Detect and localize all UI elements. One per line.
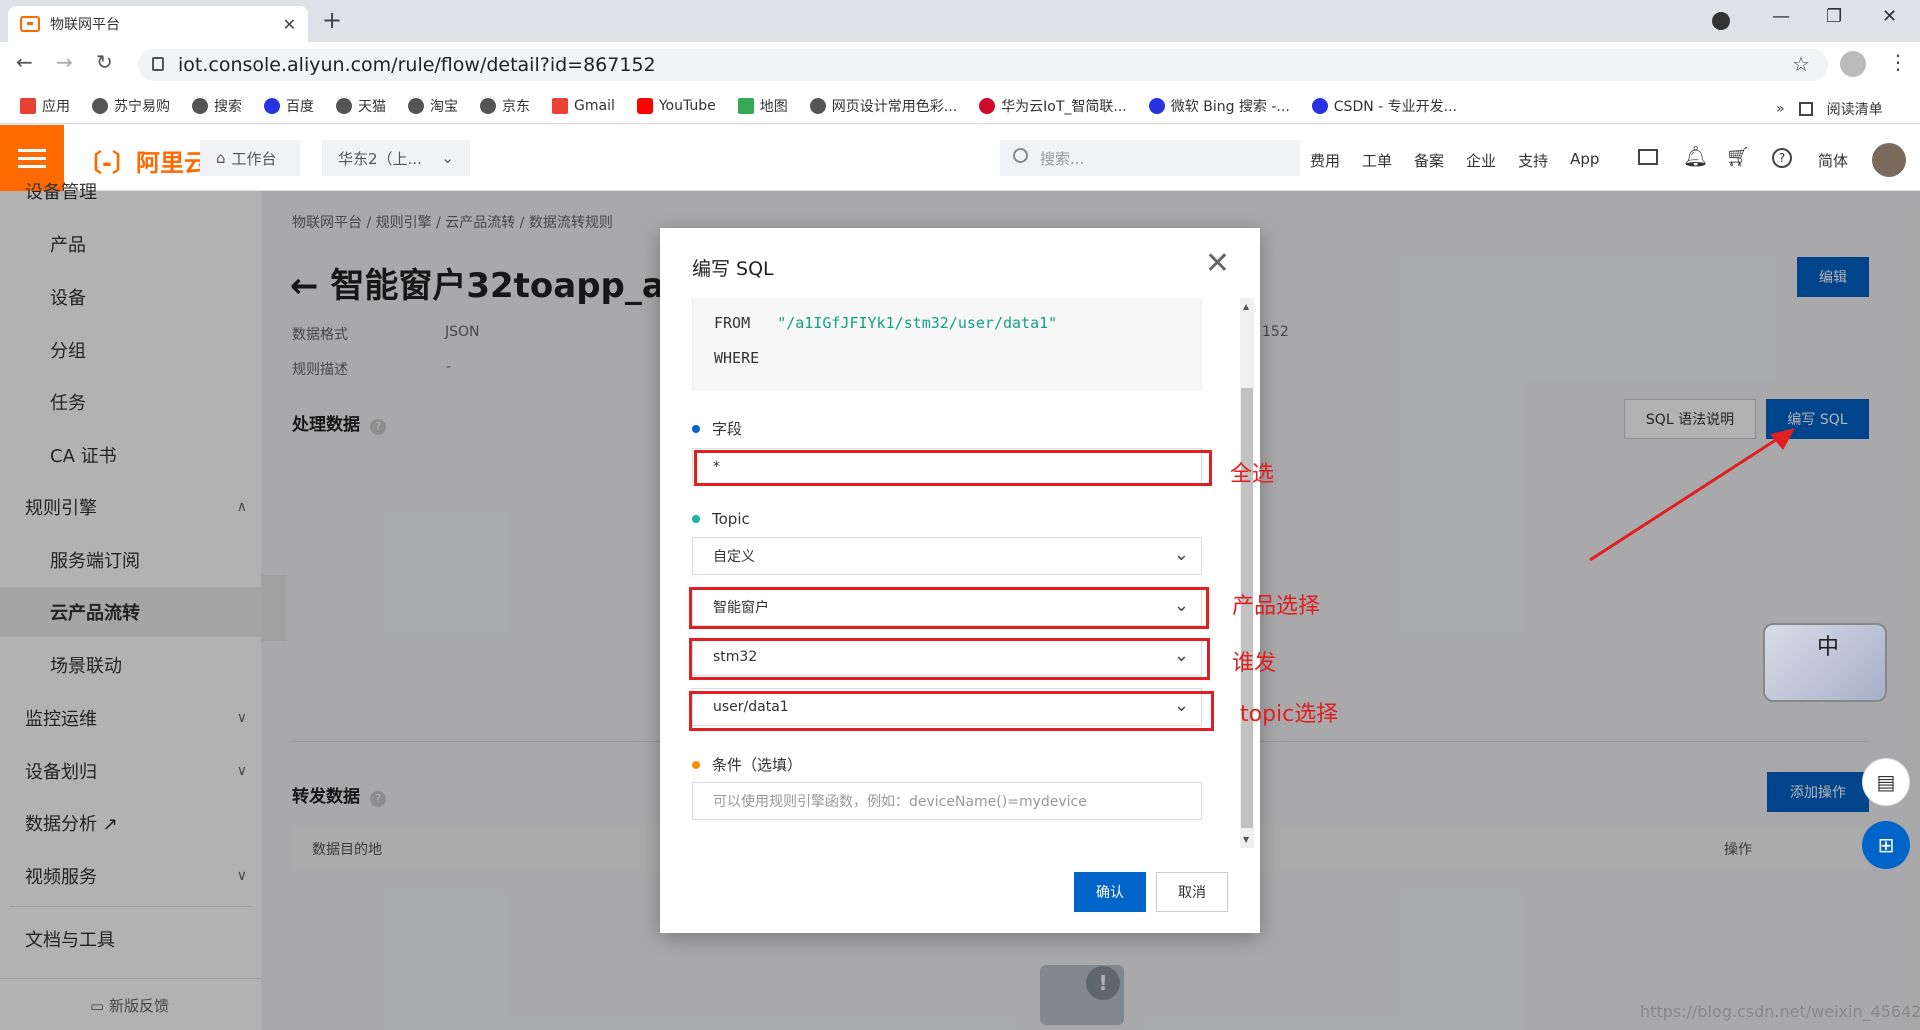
dot-icon — [692, 515, 700, 523]
topic-type-select[interactable]: 自定义 ⌄ — [692, 537, 1202, 575]
url-input[interactable]: iot.console.aliyun.com/rule/flow/detail?… — [138, 49, 1828, 81]
scroll-up-icon[interactable]: ▲ — [1243, 302, 1249, 311]
close-icon[interactable]: ✕ — [1205, 246, 1230, 281]
cancel-button[interactable]: 取消 — [1156, 872, 1228, 912]
annotation-box-product — [689, 587, 1209, 629]
scroll-down-icon[interactable]: ▼ — [1243, 835, 1249, 844]
bookmark-item[interactable]: 天猫 — [336, 96, 386, 116]
annotation-box-device — [689, 638, 1210, 680]
bookmark-item[interactable]: 网页设计常用色彩... — [809, 96, 957, 116]
bookmark-item[interactable]: 京东 — [480, 96, 530, 116]
user-avatar[interactable] — [1872, 143, 1906, 177]
condition-label: 条件（选填） — [692, 754, 802, 775]
sql-from-line: FROM "/a1IGfJFIYk1/stm32/user/data1" — [714, 314, 1058, 332]
window-close-icon[interactable]: ✕ — [1882, 6, 1897, 27]
lock-icon[interactable] — [152, 57, 164, 71]
dot-icon — [692, 424, 700, 433]
bookmark-item[interactable]: 华为云IoT_智简联... — [979, 96, 1127, 116]
input-method-widget[interactable]: 中 — [1763, 623, 1887, 702]
bookmarks-overflow[interactable]: » 阅读清单 — [1776, 96, 1920, 122]
account-icon[interactable] — [1840, 51, 1866, 77]
annotation-topic-select: topic选择 — [1240, 702, 1339, 727]
chat-icon[interactable]: ▤ — [1862, 758, 1910, 806]
bookmark-item[interactable]: 百度 — [264, 96, 314, 116]
aliyun-favicon-icon — [20, 16, 40, 32]
header-link-enterprise[interactable]: 企业 — [1466, 150, 1496, 171]
profile-download-icon[interactable] — [1712, 12, 1730, 30]
bookmark-item[interactable]: 地图 — [737, 96, 788, 116]
search-icon — [1013, 148, 1028, 163]
chevron-down-icon: ⌄ — [1173, 544, 1189, 565]
url-text: iot.console.aliyun.com/rule/flow/detail?… — [178, 54, 656, 76]
sql-where-line: WHERE — [714, 349, 760, 367]
confirm-button[interactable]: 确认 — [1074, 872, 1146, 912]
header-link-app[interactable]: App — [1570, 150, 1599, 171]
bookmark-item[interactable]: 微软 Bing 搜索 -... — [1148, 96, 1290, 116]
dot-icon — [692, 760, 700, 769]
tab-title: 物联网平台 — [50, 17, 120, 33]
dialog-title: 编写 SQL — [692, 258, 774, 280]
header-link-support[interactable]: 支持 — [1518, 150, 1548, 171]
annotation-select-all: 全选 — [1230, 462, 1275, 487]
field-label: 字段 — [692, 418, 742, 439]
browser-tab[interactable]: 物联网平台 ✕ — [8, 6, 308, 42]
region-select[interactable]: 华东2（上... ⌄ — [322, 140, 470, 176]
bookmark-item[interactable]: YouTube — [636, 97, 716, 114]
ime-chinese-icon: 中 — [1817, 635, 1840, 660]
annotation-box-topic — [689, 691, 1214, 731]
chevron-down-icon: ⌄ — [441, 149, 454, 167]
annotation-device: 谁发 — [1232, 651, 1277, 676]
workbench-button[interactable]: ⌂ 工作台 — [200, 140, 300, 176]
home-icon: ⌂ — [216, 149, 226, 167]
annotation-product-select: 产品选择 — [1232, 594, 1321, 619]
condition-input[interactable]: 可以使用规则引擎函数，例如：deviceName()=mydevice — [692, 782, 1202, 820]
bookmark-star-icon[interactable]: ☆ — [1792, 52, 1810, 76]
terminal-icon[interactable] — [1638, 149, 1658, 165]
back-icon[interactable]: ← — [16, 50, 33, 74]
bookmark-item[interactable]: 应用 — [20, 96, 70, 116]
help-icon[interactable]: ? — [1772, 148, 1792, 168]
annotation-arrow-icon — [1589, 428, 1795, 562]
minimize-icon[interactable]: — — [1772, 6, 1790, 27]
forward-icon[interactable]: → — [56, 50, 73, 74]
language-switch[interactable]: 简体 — [1818, 150, 1848, 171]
bookmarks-more-icon[interactable]: » — [1776, 101, 1785, 117]
close-tab-icon[interactable]: ✕ — [283, 15, 296, 34]
sql-preview: FROM "/a1IGfJFIYk1/stm32/user/data1" WHE… — [692, 298, 1202, 390]
write-sql-dialog: 编写 SQL ✕ FROM "/a1IGfJFIYk1/stm32/user/d… — [660, 228, 1260, 933]
reload-icon[interactable]: ↻ — [96, 50, 113, 74]
dialog-scrollbar[interactable]: ▲ ▼ — [1240, 298, 1254, 848]
apps-grid-icon[interactable]: ⊞ — [1862, 821, 1910, 869]
notification-bell-icon[interactable]: 🔔︎ — [1683, 144, 1708, 168]
reading-list-label[interactable]: 阅读清单 — [1827, 99, 1883, 119]
header-link-fee[interactable]: 费用 — [1310, 150, 1340, 171]
bookmarks-bar: 应用 苏宁易购 搜索 百度 天猫 淘宝 京东 Gmail YouTube 地图 … — [0, 88, 1920, 124]
topic-label: Topic — [692, 510, 750, 528]
header-link-icp[interactable]: 备案 — [1414, 150, 1444, 171]
watermark: https://blog.csdn.net/weixin_45642495 — [1640, 1002, 1920, 1021]
reading-list-icon — [1798, 102, 1813, 116]
header-link-ticket[interactable]: 工单 — [1362, 150, 1392, 171]
restore-icon[interactable]: ❐ — [1826, 6, 1842, 27]
cart-icon[interactable]: 🛒︎ — [1726, 145, 1750, 168]
browser-menu-icon[interactable]: ⋮ — [1888, 50, 1908, 74]
bookmark-item[interactable]: 苏宁易购 — [92, 96, 170, 116]
new-tab-icon[interactable]: + — [322, 6, 342, 34]
bookmark-item[interactable]: 淘宝 — [408, 96, 458, 116]
bookmark-item[interactable]: Gmail — [552, 97, 615, 114]
bookmark-item[interactable]: 搜索 — [192, 96, 242, 116]
header-links: 费用 工单 备案 企业 支持 App — [1310, 150, 1599, 171]
annotation-box-field — [694, 450, 1212, 486]
bookmark-item[interactable]: CSDN - 专业开发... — [1311, 96, 1457, 116]
header-search-input[interactable]: 搜索... — [1000, 140, 1300, 176]
